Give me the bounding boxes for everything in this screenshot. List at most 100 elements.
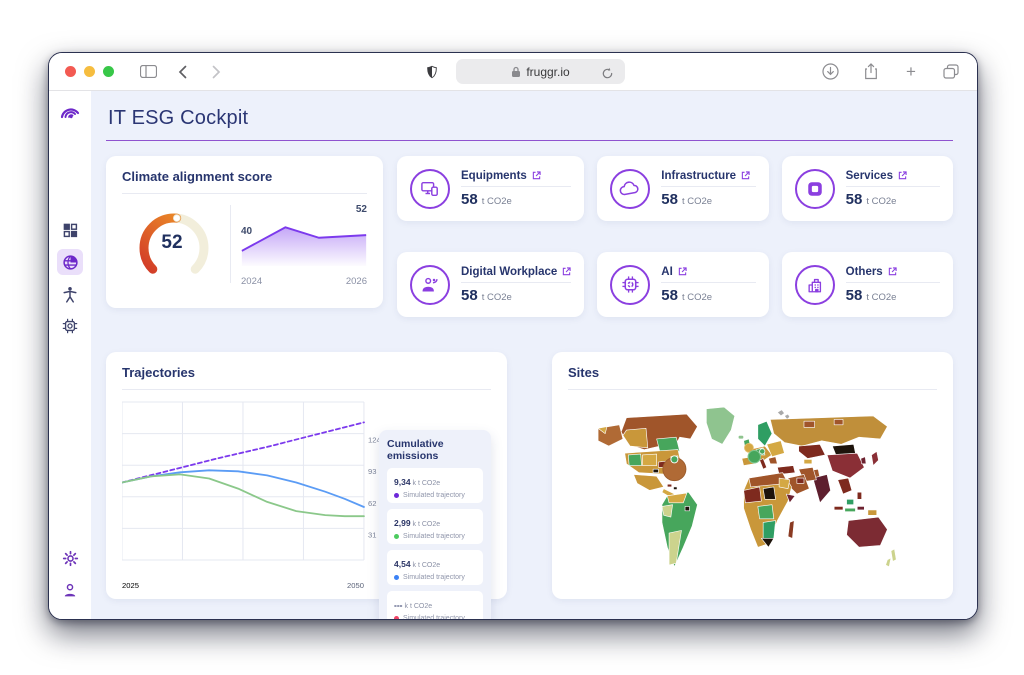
- legend-unit: k t CO2e: [404, 603, 433, 610]
- external-link-icon[interactable]: [898, 171, 907, 180]
- reload-icon[interactable]: [598, 63, 618, 83]
- chip-icon: [62, 318, 78, 334]
- metric-unit: t CO2e: [481, 291, 512, 303]
- metric-card-services[interactable]: Services 58 t CO2e: [781, 156, 953, 221]
- legend-label: Simulated trajectory: [403, 492, 465, 499]
- metric-unit: t CO2e: [681, 195, 713, 207]
- sidebar-toggle-icon[interactable]: [138, 62, 158, 82]
- metric-card-infrastructure[interactable]: Infrastructure 58 t CO2e: [597, 156, 769, 221]
- world-map[interactable]: [575, 396, 930, 584]
- trajectories-card: Trajectories 124 93 62 31 2025 2050 Cumulat…: [106, 352, 507, 619]
- climate-alignment-card: Climate alignment score 52 40 52 2024 20…: [106, 156, 383, 308]
- address-bar[interactable]: fruggr.io: [456, 59, 625, 84]
- share-icon[interactable]: [861, 62, 881, 82]
- minimize-window-button[interactable]: [84, 66, 95, 77]
- traffic-lights: [65, 66, 114, 77]
- legend-value: 9,34: [394, 477, 411, 487]
- sidebar-item-accessibility[interactable]: [57, 281, 83, 307]
- metric-value: 58: [661, 286, 678, 304]
- url-text: fruggr.io: [526, 64, 570, 79]
- legend-label: Simulated trajectory: [403, 574, 465, 581]
- metric-value: 58: [845, 286, 863, 304]
- metric-unit: t CO2e: [866, 195, 897, 207]
- user-icon: [64, 583, 76, 597]
- sites-card: Sites: [552, 352, 953, 599]
- metric-card-digital-workplace[interactable]: Digital Workplace 58 t CO2e: [397, 252, 585, 317]
- metric-label: Others: [845, 265, 883, 278]
- svg-text:31: 31: [368, 530, 376, 539]
- legend-value: 4,54: [394, 559, 411, 569]
- legend-unit: k t CO2e: [412, 521, 441, 528]
- svg-text:62: 62: [368, 499, 376, 508]
- legend-dot: [394, 534, 399, 539]
- legend-item: 9,34 k t CO2e Simulated trajectory: [387, 468, 483, 503]
- external-link-icon[interactable]: [532, 171, 541, 180]
- browser-titlebar: fruggr.io +: [49, 53, 977, 91]
- divider: [568, 389, 937, 390]
- divider: [122, 389, 491, 390]
- legend-unit: k t CO2e: [412, 562, 441, 569]
- trajectories-chart[interactable]: 124 93 62 31 2025 2050 Cumulative emissions…: [121, 398, 491, 619]
- climate-trend-chart: 40 52 2024 2026: [241, 200, 367, 287]
- sidebar-item-profile[interactable]: [57, 577, 83, 603]
- lock-icon: [512, 66, 521, 77]
- site-marker[interactable]: [670, 455, 679, 464]
- metric-value: 58: [661, 190, 678, 208]
- sites-title: Sites: [568, 365, 600, 380]
- legend-item: 2,99 k t CO2e Simulated trajectory: [387, 509, 483, 544]
- metric-unit: t CO2e: [866, 291, 897, 303]
- external-link-icon[interactable]: [741, 171, 750, 180]
- divider: [122, 193, 367, 194]
- sidebar-item-world[interactable]: [57, 249, 83, 275]
- site-marker[interactable]: [747, 449, 762, 464]
- climate-score-gauge: 52: [122, 202, 226, 286]
- people-icon: [410, 264, 450, 305]
- privacy-shield-icon[interactable]: [422, 62, 442, 82]
- spark-start-value: 40: [241, 226, 253, 237]
- sidebar-item-dashboard[interactable]: [57, 217, 83, 243]
- metric-label: Equipments: [461, 169, 527, 182]
- sidebar-item-settings[interactable]: [57, 545, 83, 571]
- cloud-icon: [610, 168, 651, 209]
- browser-window: fruggr.io + IT ESG Cockpit Climate align…: [48, 52, 978, 620]
- tab-overview-icon[interactable]: [941, 62, 961, 82]
- metric-cards: Equipments 58 t CO2e Infrastructure 58 t…: [397, 156, 953, 317]
- climate-score-value: 52: [161, 231, 183, 253]
- spark-x-end: 2026: [345, 276, 367, 287]
- metric-value: 58: [461, 286, 478, 304]
- legend-value: 2,99: [394, 518, 411, 528]
- zoom-window-button[interactable]: [103, 66, 114, 77]
- new-tab-button[interactable]: +: [901, 62, 921, 82]
- legend-label: Simulated trajectory: [403, 533, 465, 540]
- trajectories-legend: Cumulative emissions 9,34 k t CO2e Simula…: [379, 430, 491, 619]
- metric-card-equipments[interactable]: Equipments 58 t CO2e: [397, 156, 585, 221]
- spark-x-start: 2024: [241, 276, 263, 287]
- climate-card-title: Climate alignment score: [122, 169, 273, 184]
- metric-card-ai[interactable]: AI 58 t CO2e: [597, 252, 769, 317]
- metric-value: 58: [461, 190, 478, 208]
- dashboard-grid-icon: [63, 223, 78, 238]
- accessibility-icon: [63, 286, 77, 303]
- main-content: IT ESG Cockpit Climate alignment score 5…: [91, 91, 977, 619]
- external-link-icon[interactable]: [562, 267, 571, 276]
- building-icon: [794, 264, 835, 305]
- external-link-icon[interactable]: [888, 267, 897, 276]
- metric-unit: t CO2e: [681, 291, 713, 303]
- downloads-icon[interactable]: [821, 62, 841, 82]
- external-link-icon[interactable]: [678, 267, 687, 276]
- app-sidebar: [49, 91, 91, 619]
- close-window-button[interactable]: [65, 66, 76, 77]
- forward-button[interactable]: [206, 62, 226, 82]
- x-axis-end: 2050: [347, 581, 364, 590]
- back-button[interactable]: [172, 62, 192, 82]
- app-window-icon: [794, 168, 835, 209]
- x-axis-start: 2025: [122, 581, 139, 590]
- site-marker[interactable]: [759, 448, 766, 455]
- metric-label: Digital Workplace: [461, 265, 558, 278]
- metric-label: AI: [661, 265, 673, 278]
- fruggr-logo: [58, 101, 82, 128]
- metric-card-others[interactable]: Others 58 t CO2e: [781, 252, 953, 317]
- sidebar-item-processor[interactable]: [57, 313, 83, 339]
- divider: [230, 204, 231, 283]
- spark-end-value: 52: [355, 204, 367, 215]
